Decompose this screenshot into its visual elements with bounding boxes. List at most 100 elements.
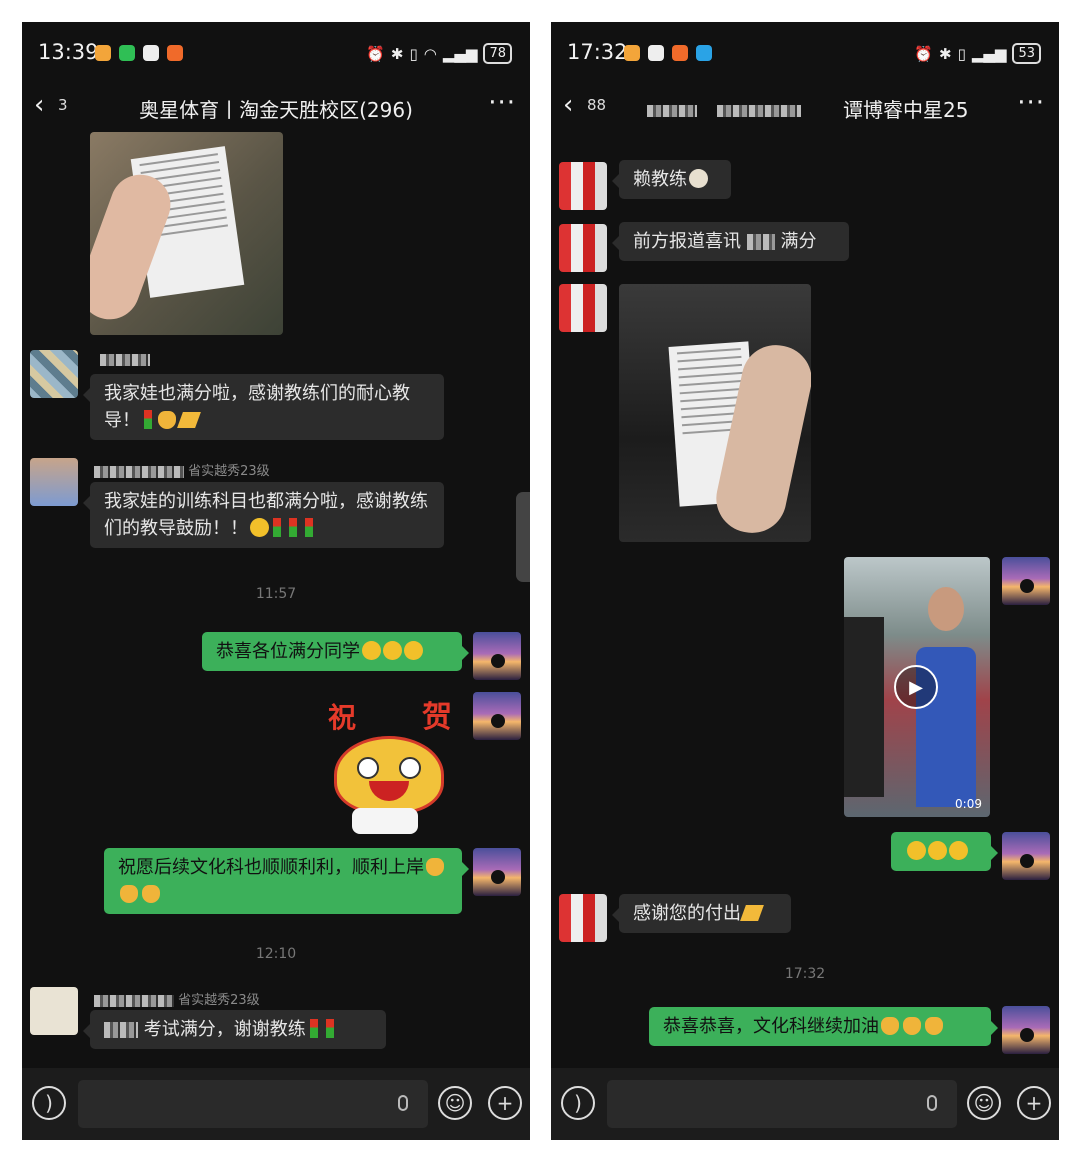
notification-app-icon: [624, 45, 640, 61]
input-toolbar: ) ☺ +: [551, 1068, 1059, 1140]
alarm-icon: ⏰: [914, 44, 933, 63]
self-avatar[interactable]: [473, 632, 521, 680]
avatar[interactable]: [559, 284, 607, 332]
avatar[interactable]: [559, 224, 607, 272]
scroll-handle[interactable]: [516, 492, 530, 582]
redacted-name: [746, 234, 775, 250]
video-message[interactable]: ▶ 0:09: [844, 557, 990, 817]
grin-emoji-icon: [250, 518, 269, 537]
person-silhouette: [844, 617, 884, 797]
grin-emoji-icon: [907, 841, 926, 860]
self-message-bubble[interactable]: 恭喜恭喜，文化科继续加油: [649, 1007, 998, 1046]
message-text: 前方报道喜讯: [633, 231, 741, 252]
chat-screen-left: 13:39 ⏰ ✱ ▯ ◠ ▂▄▆ 78 ‹ 3 奥星体育丨淘金天胜校区(296…: [22, 22, 530, 1140]
redacted-title: [647, 100, 802, 119]
emoji-icon[interactable]: ☺: [967, 1086, 1001, 1120]
grin-emoji-icon: [928, 841, 947, 860]
message-bubble[interactable]: 考试满分，谢谢教练: [83, 1010, 386, 1049]
status-indicators: ⏰ ✱ ▯ ▂▄▆ 53: [914, 43, 1041, 64]
play-icon[interactable]: ▶: [894, 665, 938, 709]
self-message-bubble[interactable]: [891, 832, 998, 871]
rose-emoji-icon: [309, 1019, 318, 1038]
message-bubble[interactable]: 赖教练: [612, 160, 731, 199]
self-message-bubble[interactable]: 祝愿后续文化科也顺顺利利，顺利上岸: [104, 848, 469, 914]
notification-app-icon: [95, 45, 111, 61]
message-text: 祝愿后续文化科也顺顺利利，顺利上岸: [118, 857, 424, 878]
message-text: 赖教练: [633, 169, 687, 190]
taobao-notification-icon: [167, 45, 183, 61]
congrats-sticker[interactable]: 祝 贺: [322, 692, 462, 842]
grin-emoji-icon: [949, 841, 968, 860]
coffee-emoji-icon: [689, 169, 708, 188]
avatar[interactable]: [559, 894, 607, 942]
avatar[interactable]: [30, 350, 78, 398]
status-time: 13:39: [38, 40, 99, 64]
self-avatar[interactable]: [1002, 832, 1050, 880]
self-avatar[interactable]: [1002, 557, 1050, 605]
self-avatar[interactable]: [473, 692, 521, 740]
message-input[interactable]: [78, 1080, 428, 1128]
wifi-icon: ◠: [423, 44, 437, 63]
message-bubble[interactable]: 我家娃的训练科目也都满分啦，感谢教练们的教导鼓励！！: [83, 482, 444, 548]
voice-input-icon[interactable]: ): [32, 1086, 66, 1120]
avatar[interactable]: [559, 162, 607, 210]
timestamp: 17:32: [784, 966, 826, 982]
clap-emoji-icon: [903, 1017, 921, 1035]
bluetooth-icon: ✱: [390, 44, 404, 63]
receipt-photo[interactable]: [90, 132, 283, 335]
self-message-bubble[interactable]: 恭喜各位满分同学: [202, 632, 469, 671]
avatar[interactable]: [30, 458, 78, 506]
vibrate-icon: ▯: [409, 44, 418, 63]
video-duration: 0:09: [955, 797, 982, 811]
add-icon[interactable]: +: [1017, 1086, 1051, 1120]
message-bubble[interactable]: 前方报道喜讯 满分: [612, 222, 849, 261]
chat-screen-right: 17:32 ⏰ ✱ ▯ ▂▄▆ 53 ‹ 88 谭博睿中星25 ··· 赖教练 …: [551, 22, 1059, 1140]
strong-emoji-icon: [740, 905, 764, 921]
receipt-photo[interactable]: [619, 284, 811, 542]
rose-emoji-icon: [305, 518, 313, 537]
taobao-notification-icon: [672, 45, 688, 61]
timestamp: 12:10: [255, 946, 297, 962]
self-avatar[interactable]: [473, 848, 521, 896]
vibrate-icon: ▯: [957, 44, 966, 63]
message-text: 恭喜恭喜，文化科继续加油: [663, 1016, 879, 1037]
qq-notification-icon: [143, 45, 159, 61]
self-avatar[interactable]: [1002, 1006, 1050, 1054]
grin-emoji-icon: [383, 641, 402, 660]
message-text: 考试满分，谢谢教练: [143, 1019, 306, 1040]
more-options-icon[interactable]: ···: [488, 88, 516, 118]
firecracker-emoji-icon: [142, 885, 160, 903]
status-bar: 17:32 ⏰ ✱ ▯ ▂▄▆ 53: [551, 22, 1059, 84]
input-toolbar: ) ☺ +: [22, 1068, 530, 1140]
signal-icon: ▂▄▆: [442, 44, 478, 63]
rose-emoji-icon: [273, 518, 281, 537]
lion-dance-head: [334, 736, 444, 814]
message-bubble[interactable]: 感谢您的付出: [612, 894, 791, 933]
sender-name: 省实越秀23级: [94, 460, 270, 479]
microphone-icon[interactable]: [927, 1095, 937, 1111]
clap-emoji-icon: [925, 1017, 943, 1035]
back-icon[interactable]: ‹: [563, 90, 573, 120]
emoji-icon[interactable]: ☺: [438, 1086, 472, 1120]
message-text: 满分: [780, 231, 817, 252]
bluetooth-icon: ✱: [939, 44, 952, 63]
avatar[interactable]: [30, 987, 78, 1035]
chat-title: 奥星体育丨淘金天胜校区(296): [139, 98, 413, 122]
rose-emoji-icon: [289, 518, 297, 537]
timestamp: 11:57: [255, 586, 297, 602]
message-bubble[interactable]: 我家娃也满分啦，感谢教练们的耐心教导！: [83, 374, 444, 440]
alarm-icon: ⏰: [366, 44, 385, 63]
sender-name: 省实越秀23级: [94, 989, 260, 1008]
voice-input-icon[interactable]: ): [561, 1086, 595, 1120]
firecracker-emoji-icon: [426, 858, 444, 876]
party-popper-emoji-icon: [158, 411, 176, 429]
add-icon[interactable]: +: [488, 1086, 522, 1120]
message-text: 恭喜各位满分同学: [216, 641, 360, 662]
unread-count[interactable]: 88: [587, 96, 606, 114]
battery-indicator: 78: [483, 43, 512, 64]
message-input[interactable]: [607, 1080, 957, 1128]
qq-notification-icon: [648, 45, 664, 61]
signal-icon: ▂▄▆: [971, 44, 1007, 63]
more-options-icon[interactable]: ···: [1017, 88, 1045, 118]
microphone-icon[interactable]: [398, 1095, 408, 1111]
